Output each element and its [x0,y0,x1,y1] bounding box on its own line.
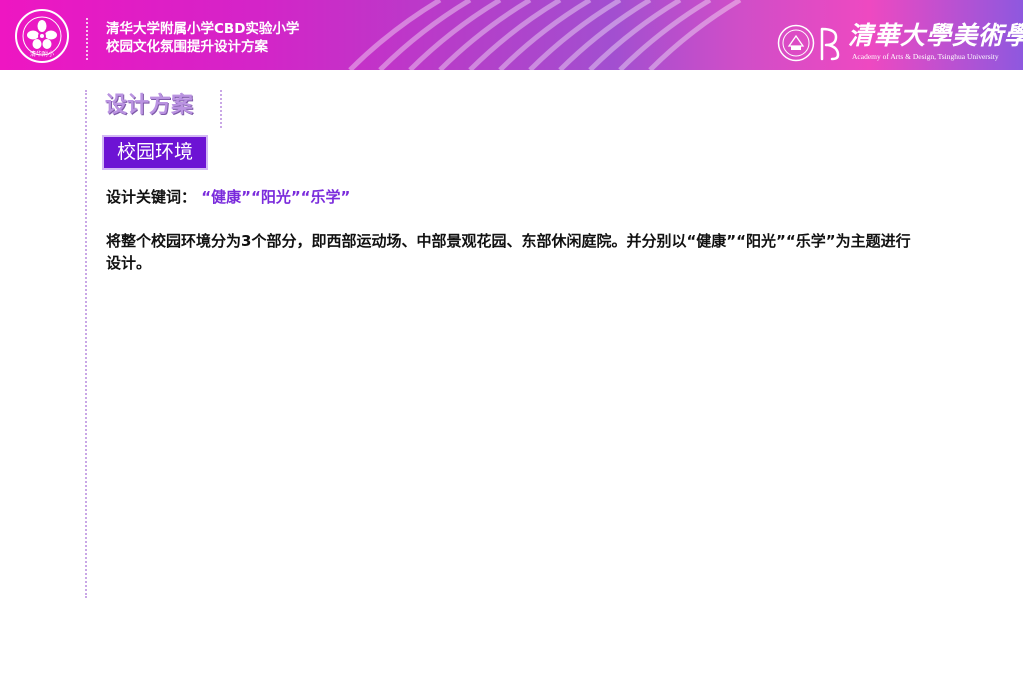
header-divider [86,18,88,60]
description-paragraph: 将整个校园环境分为3个部分，即西部运动场、中部景观花园、东部休闲庭院。并分别以“… [106,232,911,272]
presentation-title: 清华大学附属小学CBD实验小学 校园文化氛围提升设计方案 [106,20,299,56]
keywords-label: 设计关键词： [106,188,197,206]
academy-logo-english: Academy of Arts & Design, Tsinghua Unive… [852,52,999,61]
presentation-title-line2: 校园文化氛围提升设计方案 [106,39,268,55]
header-banner: 清华附小 清华大学附属小学CBD实验小学 校园文化氛围提升设计方案 清華大學美術… [0,0,1023,70]
school-emblem-icon: 清华附小 [15,9,69,63]
keywords-value: “健康”“阳光”“乐学” [201,188,351,206]
section-title: 设计方案 [105,93,194,118]
academy-logo-calligraphy: 清華大學美術學院 [848,21,1023,50]
academy-mark-icon [820,27,840,61]
tsinghua-seal-icon [777,24,815,62]
title-divider [220,90,222,128]
left-guide-line [85,90,87,598]
school-emblem-text: 清华附小 [30,50,54,58]
presentation-title-line1: 清华大学附属小学CBD实验小学 [106,21,300,37]
design-keywords: 设计关键词： “健康”“阳光”“乐学” [106,186,350,208]
category-tag: 校园环境 [102,135,208,170]
header-decoration-stripes [348,0,742,70]
